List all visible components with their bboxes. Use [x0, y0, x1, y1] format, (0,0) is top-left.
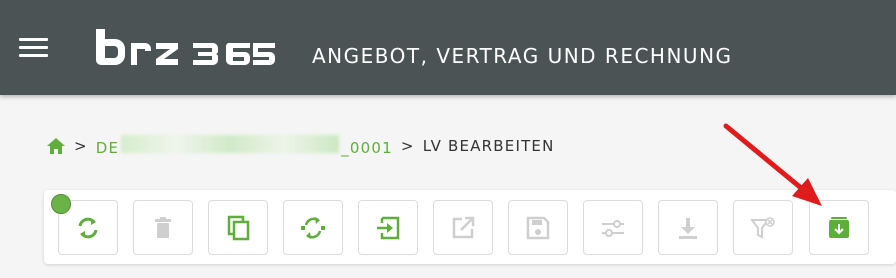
open-external-button[interactable]: [433, 200, 493, 255]
export-download-button[interactable]: [809, 200, 869, 255]
breadcrumb-project-prefix: DE: [95, 139, 120, 157]
breadcrumb: > DE _0001 > LV BEARBEITEN: [46, 135, 555, 157]
breadcrumb-project-link[interactable]: DE _0001: [96, 135, 393, 157]
redacted-project-name: [121, 135, 340, 153]
save-button[interactable]: [508, 200, 568, 255]
app-header: ANGEBOT, VERTRAG UND RECHNUNG: [0, 0, 896, 95]
clear-filter-button[interactable]: [733, 200, 793, 255]
menu-icon[interactable]: [19, 38, 48, 58]
brz-logo: [96, 29, 275, 65]
settings-sliders-button[interactable]: [583, 200, 643, 255]
open-external-icon: [452, 216, 475, 238]
save-icon: [526, 216, 550, 239]
reorder-icon: [301, 216, 325, 239]
sliders-icon: [602, 219, 624, 237]
delete-button[interactable]: [133, 200, 193, 255]
download-icon: [679, 217, 697, 239]
breadcrumb-separator: >: [74, 137, 88, 155]
copy-button[interactable]: [208, 200, 268, 255]
trash-icon: [155, 216, 171, 238]
filter-clear-icon: [750, 216, 775, 239]
app-title: ANGEBOT, VERTRAG UND RECHNUNG: [312, 44, 733, 68]
copy-icon: [227, 215, 250, 240]
import-button[interactable]: [358, 200, 418, 255]
sync-icon: [78, 217, 98, 238]
status-indicator: [51, 194, 71, 214]
breadcrumb-current: LV BEARBEITEN: [422, 137, 555, 155]
export-download-icon: [829, 216, 849, 238]
download-button[interactable]: [658, 200, 718, 255]
import-icon: [377, 216, 400, 239]
reorder-button[interactable]: [283, 200, 343, 255]
breadcrumb-project-suffix: _0001: [341, 139, 393, 157]
home-icon[interactable]: [46, 137, 66, 155]
breadcrumb-separator: >: [400, 137, 415, 155]
